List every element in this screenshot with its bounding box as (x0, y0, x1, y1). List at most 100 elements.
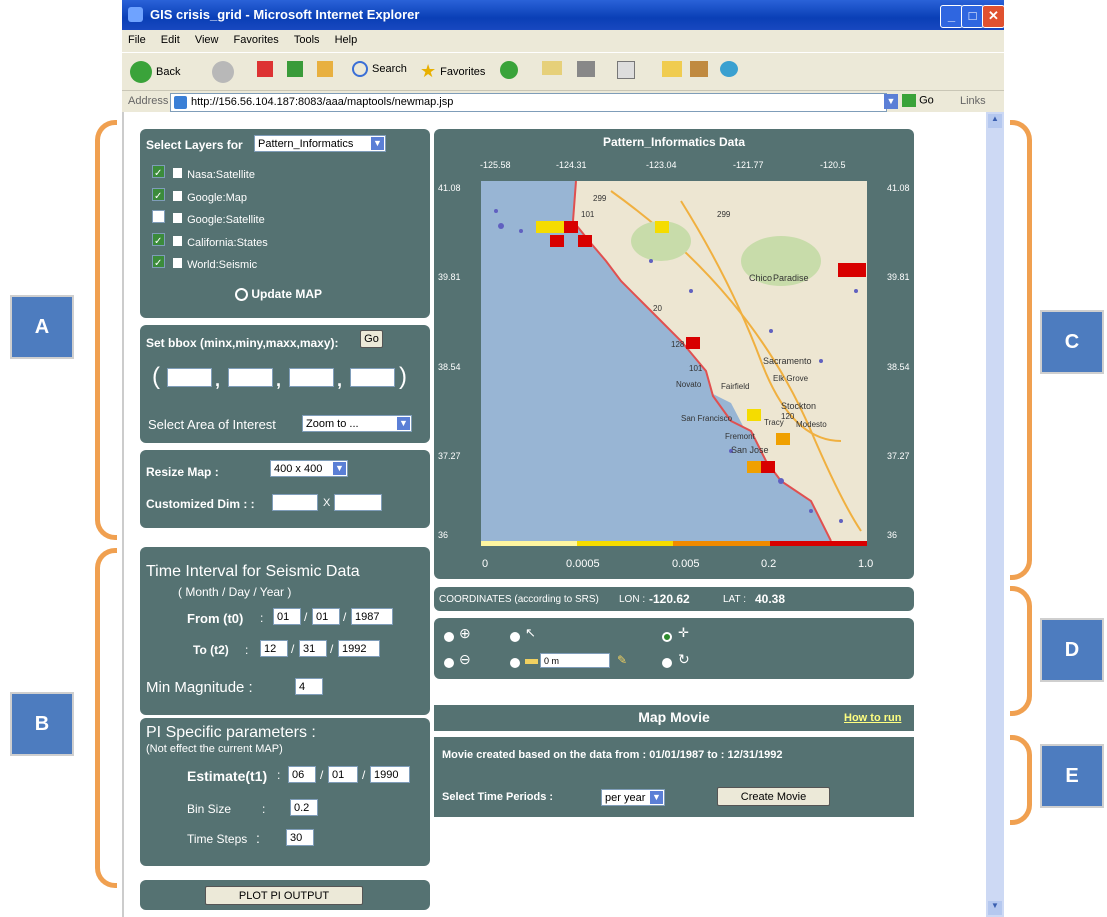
bin-size-input[interactable]: 0.2 (290, 799, 318, 816)
menu-tools[interactable]: Tools (294, 34, 320, 46)
layer-checkbox[interactable] (152, 253, 165, 276)
area-of-interest-select[interactable]: Zoom to ... ▼ (302, 415, 412, 432)
to-month-input[interactable]: 12 (260, 640, 288, 657)
map-canvas[interactable]: Chico Paradise Sacramento Elk Grove Fair… (481, 181, 867, 541)
layer-checkbox[interactable] (152, 163, 165, 186)
estimate-month-input[interactable]: 06 (288, 766, 316, 783)
estimate-day-input[interactable]: 01 (328, 766, 358, 783)
clear-measure-icon[interactable]: ✎ (617, 653, 627, 667)
callout-d: D (1040, 618, 1104, 682)
tool-radio[interactable] (444, 632, 454, 642)
layer-icon (173, 213, 183, 223)
folder-button[interactable] (662, 61, 682, 77)
home-button[interactable] (317, 61, 333, 77)
address-dropdown-icon[interactable]: ▼ (884, 94, 898, 109)
menu-help[interactable]: Help (335, 34, 358, 46)
back-button[interactable]: Back (130, 61, 180, 83)
address-input[interactable]: http://156.56.104.187:8083/aaa/maptools/… (170, 93, 887, 112)
map-panel: Pattern_Informatics Data -125.58 -124.31… (434, 129, 914, 579)
layer-name: World:Seismic (187, 259, 258, 271)
tool-radio[interactable] (444, 658, 454, 668)
magnitude-input[interactable]: 4 (295, 678, 323, 695)
close-paren: ) (399, 363, 407, 390)
tool-radio[interactable] (510, 632, 520, 642)
bbox-minx-input[interactable] (167, 368, 212, 387)
messenger-button[interactable] (720, 61, 738, 77)
how-to-run-link[interactable]: How to run (844, 712, 901, 724)
layer-checkbox[interactable] (152, 210, 165, 223)
menu-edit[interactable]: Edit (161, 34, 180, 46)
update-map-button[interactable]: Update MAP (235, 287, 322, 302)
layer-item: World:Seismic (152, 253, 268, 277)
scale-segment (481, 541, 577, 546)
menu-view[interactable]: View (195, 34, 219, 46)
map-movie-header: Map Movie How to run (434, 705, 914, 731)
pi-subtitle: (Not effect the current MAP) (146, 743, 283, 755)
to-year-input[interactable]: 1992 (338, 640, 380, 657)
callout-a: A (10, 295, 74, 359)
tool-radio[interactable] (662, 632, 672, 642)
mail-button[interactable] (542, 61, 562, 75)
minimize-button[interactable]: _ (940, 5, 963, 28)
to-day-input[interactable]: 31 (299, 640, 327, 657)
brace-c (1010, 120, 1032, 580)
search-button[interactable]: Search (352, 61, 407, 77)
menu-file[interactable]: File (128, 34, 146, 46)
seismic-event (778, 478, 784, 484)
go-button[interactable]: Go (902, 94, 934, 107)
layer-checkbox[interactable] (152, 186, 165, 208)
from-year-input[interactable]: 1987 (351, 608, 393, 625)
measure-input[interactable]: 0 m (540, 653, 610, 668)
refresh-button[interactable] (287, 61, 303, 77)
layer-checkbox[interactable] (152, 231, 165, 253)
bbox-maxx-input[interactable] (289, 368, 334, 387)
stop-button[interactable] (257, 61, 273, 77)
slash: / (304, 610, 308, 624)
place-label: Modesto (796, 420, 827, 429)
print-button[interactable] (577, 61, 595, 77)
close-button[interactable]: ✕ (982, 5, 1005, 28)
comma: , (276, 370, 282, 390)
forward-button[interactable] (212, 61, 234, 83)
menu-favorites[interactable]: Favorites (234, 34, 279, 46)
from-day-input[interactable]: 01 (312, 608, 340, 625)
custom-width-input[interactable] (272, 494, 318, 511)
pi-cell (747, 409, 761, 421)
layer-select[interactable]: Pattern_Informatics ▼ (254, 135, 386, 152)
resize-select[interactable]: 400 x 400 ▼ (270, 460, 348, 477)
plot-pi-output-button[interactable]: PLOT PI OUTPUT (205, 886, 363, 905)
tool-radio[interactable] (662, 658, 672, 668)
seismic-event (809, 509, 813, 513)
bin-size-label: Bin Size (187, 802, 232, 816)
bbox-go-button[interactable]: Go (360, 330, 383, 348)
favorites-button[interactable]: ★ Favorites (420, 61, 485, 82)
scroll-up-icon[interactable]: ▲ (988, 114, 1002, 128)
movie-info: Movie created based on the data from : 0… (442, 749, 783, 761)
period-select[interactable]: per year ▼ (601, 789, 665, 806)
place-label: Fremont (725, 432, 756, 441)
bbox-label: Set bbox (minx,miny,maxx,maxy): (146, 336, 339, 350)
chevron-down-icon: ▼ (333, 462, 346, 475)
pi-cell (761, 461, 775, 473)
edit-button[interactable] (617, 61, 635, 79)
history-button[interactable] (500, 61, 518, 79)
custom-height-input[interactable] (334, 494, 382, 511)
seismic-event (839, 519, 843, 523)
tool-radio[interactable] (510, 658, 520, 668)
time-interval-title: Time Interval for Seismic Data (146, 563, 360, 580)
bbox-maxy-input[interactable] (350, 368, 395, 387)
scroll-down-icon[interactable]: ▼ (988, 901, 1002, 915)
time-steps-input[interactable]: 30 (286, 829, 314, 846)
create-movie-button[interactable]: Create Movie (717, 787, 830, 806)
pi-cell (536, 221, 550, 233)
lon-tick: -124.31 (556, 160, 587, 170)
pi-cell (838, 263, 866, 277)
vertical-scrollbar[interactable]: ▲ ▼ (986, 112, 1004, 917)
maximize-button[interactable]: □ (961, 5, 984, 28)
from-month-input[interactable]: 01 (273, 608, 301, 625)
bbox-miny-input[interactable] (228, 368, 273, 387)
callout-b: B (10, 692, 74, 756)
links-label[interactable]: Links (960, 95, 986, 107)
research-button[interactable] (690, 61, 708, 77)
estimate-year-input[interactable]: 1990 (370, 766, 410, 783)
